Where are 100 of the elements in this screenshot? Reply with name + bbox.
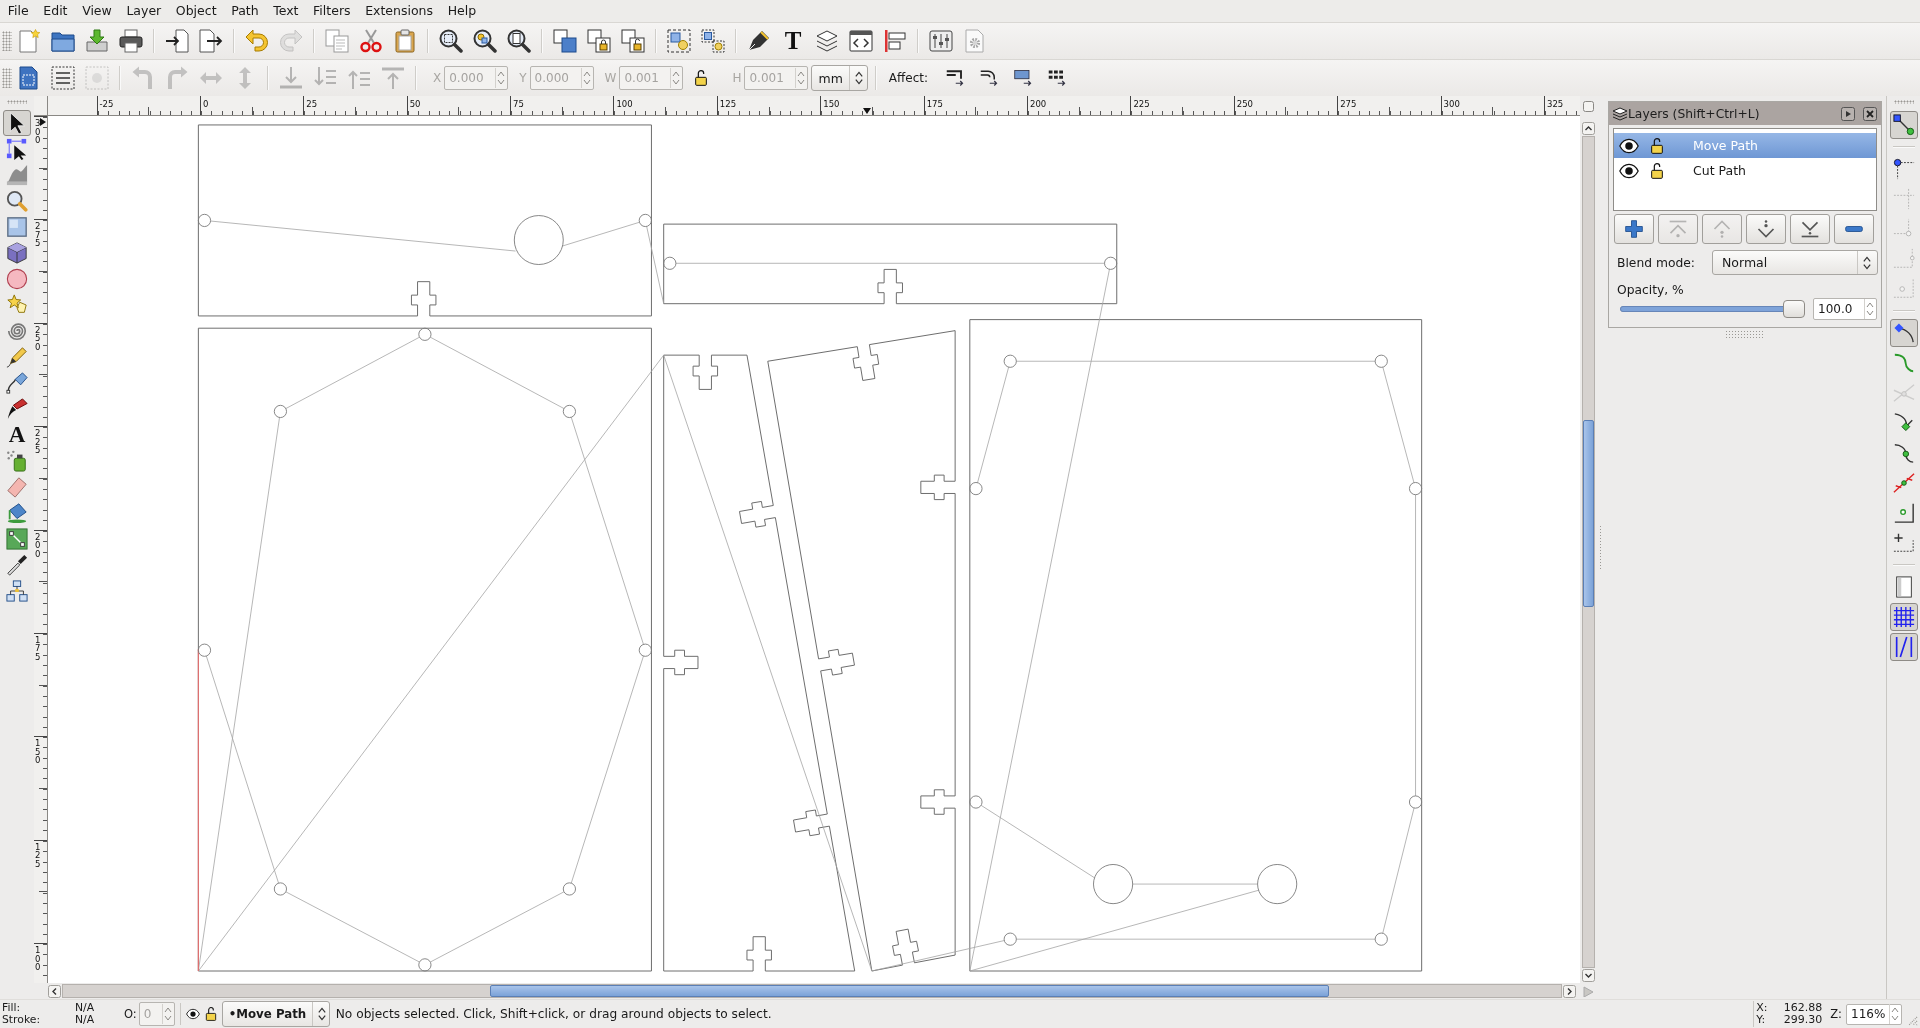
spin-arrows-icon[interactable] — [1889, 1004, 1900, 1024]
lower-layer-button[interactable] — [1746, 214, 1786, 244]
plus-icon[interactable] — [1624, 219, 1644, 239]
scroll-left-icon[interactable] — [48, 984, 61, 998]
close-icon[interactable] — [1863, 106, 1877, 121]
code-window-icon[interactable] — [849, 29, 873, 53]
menu-item[interactable]: Filters — [305, 0, 358, 22]
save-icon[interactable] — [85, 29, 109, 53]
scroll-up-icon[interactable] — [1581, 122, 1595, 135]
menu-item[interactable]: Text — [265, 0, 306, 22]
grouped-shapes-icon[interactable] — [667, 29, 691, 53]
smooth-node-snap-icon[interactable] — [1892, 442, 1915, 464]
square-toggle-icon[interactable] — [1582, 100, 1594, 112]
opacity-slider-track[interactable] — [1620, 300, 1805, 318]
layer-stack-icon[interactable] — [815, 29, 839, 53]
menu-item[interactable]: Path — [223, 0, 266, 22]
eyedropper-icon[interactable] — [6, 554, 28, 576]
arrow-pointer-icon[interactable] — [3, 110, 31, 136]
menu-item[interactable]: Extensions — [357, 0, 441, 22]
zoom-field[interactable]: 116% — [1846, 1003, 1902, 1025]
scroll-right-icon[interactable] — [1563, 984, 1576, 998]
spiral-icon[interactable] — [6, 320, 28, 342]
object-center-snap-icon[interactable] — [1892, 502, 1915, 524]
circle-icon[interactable] — [6, 268, 28, 290]
rotation-center-snap-icon[interactable] — [1892, 532, 1915, 554]
open-padlock-icon[interactable] — [693, 67, 710, 89]
dashed-box-lines-icon[interactable] — [51, 66, 75, 90]
layer-row[interactable]: Cut Path — [1614, 158, 1876, 183]
node-arrow-icon[interactable] — [6, 138, 28, 160]
text-tool[interactable]: A — [6, 424, 28, 446]
bbox-snap-icon[interactable] — [1892, 158, 1915, 180]
bezier-pen-icon[interactable] — [6, 372, 28, 394]
cusp-node-snap-icon[interactable] — [1892, 412, 1915, 434]
toolbar-grip[interactable] — [2, 31, 12, 51]
chevron-down-icon[interactable] — [1756, 219, 1776, 239]
document-arrow-out-icon[interactable] — [199, 29, 223, 53]
undo-icon[interactable] — [245, 29, 269, 53]
magnifier-shapes-icon[interactable] — [473, 29, 497, 53]
magnifier-page-icon[interactable] — [507, 29, 531, 53]
unit-dropdown[interactable]: mm — [811, 65, 868, 91]
opacity-field[interactable]: 100.0 — [1813, 298, 1877, 320]
open-padlock-icon[interactable] — [203, 1007, 218, 1021]
open-padlock-icon[interactable] — [1649, 136, 1665, 155]
menu-item[interactable]: File — [0, 0, 36, 22]
squares-padlock-icon[interactable] — [587, 29, 611, 53]
toolbar-grip[interactable] — [1893, 100, 1914, 104]
midpoint-snap-icon[interactable] — [1892, 472, 1915, 494]
toolbar-grip[interactable] — [2, 68, 12, 88]
scroll-down-icon[interactable] — [1581, 969, 1595, 982]
remove-layer-button[interactable] — [1834, 214, 1874, 244]
resize-grip-icon[interactable] — [1906, 1014, 1918, 1026]
lower-layer-to-bottom-button[interactable] — [1790, 214, 1830, 244]
snap-toggle-icon[interactable] — [1889, 111, 1918, 139]
text-font-tool[interactable]: T — [781, 29, 805, 53]
connector-icon[interactable] — [6, 580, 28, 602]
blend-mode-dropdown[interactable]: Normal — [1712, 250, 1878, 275]
clipboard-icon[interactable] — [393, 29, 417, 53]
calligraphy-pen-icon[interactable] — [6, 398, 28, 420]
magnifier-selection-icon[interactable] — [439, 29, 463, 53]
document-arrow-in-icon[interactable] — [165, 29, 189, 53]
node-snap-icon[interactable] — [1889, 319, 1918, 347]
sliders-window-icon[interactable] — [929, 29, 953, 53]
rectangle-icon[interactable] — [6, 216, 28, 238]
pencil-icon[interactable] — [6, 346, 28, 368]
dock-grip[interactable] — [1599, 524, 1603, 571]
folder-icon[interactable] — [51, 29, 75, 53]
menu-item[interactable]: Edit — [36, 0, 75, 22]
toolbox-grip[interactable] — [7, 100, 27, 104]
affect-corners-icon[interactable] — [980, 69, 999, 87]
scissors-icon[interactable] — [359, 29, 383, 53]
menu-item[interactable]: Layer — [119, 0, 169, 22]
spray-can-icon[interactable] — [6, 450, 28, 472]
chevron-down-bar-icon[interactable] — [1800, 219, 1820, 239]
scrollbar-thumb[interactable] — [1582, 419, 1594, 608]
guide-snap-icon[interactable] — [1889, 633, 1918, 661]
scrollbar-thumb[interactable] — [489, 985, 1329, 997]
slider-thumb[interactable] — [1783, 300, 1805, 318]
document-selection-icon[interactable] — [17, 66, 41, 90]
star-polygon-icon[interactable] — [6, 294, 28, 316]
affect-stroke-icon[interactable] — [946, 69, 965, 87]
align-bars-icon[interactable] — [883, 29, 907, 53]
paint-bucket-icon[interactable] — [6, 502, 28, 524]
layer-dropdown[interactable]: •Move Path — [221, 1001, 330, 1027]
cube-icon[interactable] — [6, 242, 28, 264]
printer-icon[interactable] — [119, 29, 143, 53]
menu-item[interactable]: Help — [440, 0, 484, 22]
menu-item[interactable]: View — [74, 0, 120, 22]
affect-pattern-icon[interactable] — [1048, 69, 1067, 87]
spin-arrows-icon[interactable] — [1864, 299, 1875, 319]
grid-snap-icon[interactable] — [1889, 603, 1918, 631]
path-snap-icon[interactable] — [1892, 352, 1915, 374]
add-layer-button[interactable] — [1614, 214, 1654, 244]
eye-icon[interactable] — [185, 1007, 200, 1021]
magnifier-icon[interactable] — [6, 190, 28, 212]
menu-item[interactable]: Object — [168, 0, 224, 22]
ungrouped-shapes-icon[interactable] — [701, 29, 725, 53]
pen-nib-icon[interactable] — [747, 29, 771, 53]
squares-open-padlock-icon[interactable] — [621, 29, 645, 53]
dock-float-icon[interactable] — [1841, 106, 1855, 121]
open-padlock-icon[interactable] — [1649, 161, 1665, 180]
